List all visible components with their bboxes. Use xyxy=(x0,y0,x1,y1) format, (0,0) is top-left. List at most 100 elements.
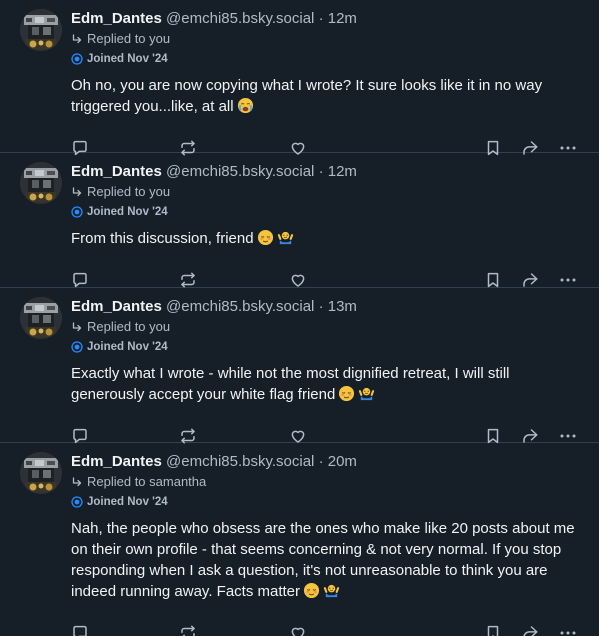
like-button[interactable] xyxy=(289,427,307,445)
new-account-badge-icon xyxy=(71,496,83,508)
waving-hands-emoji xyxy=(358,385,375,408)
reply-button[interactable] xyxy=(71,624,89,636)
post-content: Edm_Dantes @emchi85.bsky.social · 12m Re… xyxy=(71,9,583,156)
relieved-face-emoji xyxy=(303,582,320,605)
new-account-badge-icon xyxy=(71,206,83,218)
reply-context-label: Replied to you xyxy=(87,184,171,199)
separator: · xyxy=(318,163,324,180)
post-text-body: From this discussion, friend xyxy=(71,230,254,247)
author-name[interactable]: Edm_Dantes xyxy=(71,10,162,27)
new-account-badge-icon xyxy=(71,53,83,65)
author-handle[interactable]: @emchi85.bsky.social xyxy=(166,453,314,470)
speech-bubble-icon xyxy=(71,624,89,636)
author-name[interactable]: Edm_Dantes xyxy=(71,163,162,180)
share-arrow-icon xyxy=(521,427,539,445)
ellipsis-icon xyxy=(559,427,577,445)
more-options-button[interactable] xyxy=(559,624,577,636)
relieved-face-emoji xyxy=(257,229,274,252)
post-text: Nah, the people who obsess are the ones … xyxy=(71,518,583,605)
post-header: Edm_Dantes @emchi85.bsky.social · 13m xyxy=(71,297,583,316)
reply-arrow-icon xyxy=(71,186,83,198)
post-text-body: Oh no, you are now copying what I wrote?… xyxy=(71,77,543,115)
repost-button[interactable] xyxy=(179,139,197,157)
share-button[interactable] xyxy=(521,139,539,157)
reply-arrow-icon xyxy=(71,476,83,488)
share-button[interactable] xyxy=(521,427,539,445)
avatar[interactable] xyxy=(20,9,62,51)
bookmark-button[interactable] xyxy=(484,139,502,157)
reply-context-label: Replied to you xyxy=(87,319,171,334)
post-item[interactable]: Edm_Dantes @emchi85.bsky.social · 13m Re… xyxy=(0,288,599,445)
bookmark-button[interactable] xyxy=(484,427,502,445)
post-header: Edm_Dantes @emchi85.bsky.social · 12m xyxy=(71,162,583,181)
post-time[interactable]: 13m xyxy=(328,298,357,315)
speech-bubble-icon xyxy=(71,271,89,289)
reply-context: Replied to you xyxy=(71,318,583,335)
joined-badge: Joined Nov '24 xyxy=(71,52,583,66)
crying-face-emoji xyxy=(237,97,254,120)
post-content: Edm_Dantes @emchi85.bsky.social · 20m Re… xyxy=(71,452,583,636)
more-options-button[interactable] xyxy=(559,139,577,157)
avatar[interactable] xyxy=(20,162,62,204)
author-name[interactable]: Edm_Dantes xyxy=(71,453,162,470)
post-text: Exactly what I wrote - while not the mos… xyxy=(71,363,583,408)
reply-button[interactable] xyxy=(71,427,89,445)
post-item[interactable]: Edm_Dantes @emchi85.bsky.social · 12m Re… xyxy=(0,153,599,288)
separator: · xyxy=(318,298,324,315)
post-actions xyxy=(71,613,583,636)
post-time[interactable]: 20m xyxy=(328,453,357,470)
joined-badge: Joined Nov '24 xyxy=(71,340,583,354)
author-handle[interactable]: @emchi85.bsky.social xyxy=(166,298,314,315)
like-button[interactable] xyxy=(289,624,307,636)
post-time[interactable]: 12m xyxy=(328,10,357,27)
share-button[interactable] xyxy=(521,271,539,289)
author-name[interactable]: Edm_Dantes xyxy=(71,298,162,315)
like-button[interactable] xyxy=(289,139,307,157)
more-options-button[interactable] xyxy=(559,427,577,445)
reply-button[interactable] xyxy=(71,139,89,157)
speech-bubble-icon xyxy=(71,139,89,157)
bookmark-button[interactable] xyxy=(484,624,502,636)
bookmark-icon xyxy=(484,427,502,445)
reply-context: Replied to you xyxy=(71,30,583,47)
reply-context: Replied to you xyxy=(71,183,583,200)
ellipsis-icon xyxy=(559,624,577,636)
reply-arrow-icon xyxy=(71,321,83,333)
reply-button[interactable] xyxy=(71,271,89,289)
reply-context-label: Replied to you xyxy=(87,31,171,46)
reply-context-label[interactable]: Replied to samantha xyxy=(87,473,206,490)
repost-arrows-icon xyxy=(179,624,197,636)
heart-icon xyxy=(289,624,307,636)
more-options-button[interactable] xyxy=(559,271,577,289)
new-account-badge-icon xyxy=(71,341,83,353)
bookmark-icon xyxy=(484,139,502,157)
bookmark-button[interactable] xyxy=(484,271,502,289)
author-handle[interactable]: @emchi85.bsky.social xyxy=(166,10,314,27)
heart-icon xyxy=(289,139,307,157)
repost-button[interactable] xyxy=(179,427,197,445)
avatar[interactable] xyxy=(20,452,62,494)
repost-button[interactable] xyxy=(179,624,197,636)
joined-badge: Joined Nov '24 xyxy=(71,205,583,219)
reply-context: Replied to samantha xyxy=(71,473,583,490)
waving-hands-emoji xyxy=(277,229,294,252)
joined-label: Joined Nov '24 xyxy=(87,53,168,65)
author-handle[interactable]: @emchi85.bsky.social xyxy=(166,163,314,180)
share-button[interactable] xyxy=(521,624,539,636)
like-button[interactable] xyxy=(289,271,307,289)
joined-label: Joined Nov '24 xyxy=(87,206,168,218)
share-arrow-icon xyxy=(521,271,539,289)
repost-arrows-icon xyxy=(179,427,197,445)
joined-label: Joined Nov '24 xyxy=(87,496,168,508)
notification-feed: Edm_Dantes @emchi85.bsky.social · 12m Re… xyxy=(0,0,599,636)
joined-badge: Joined Nov '24 xyxy=(71,495,583,509)
post-item[interactable]: Edm_Dantes @emchi85.bsky.social · 12m Re… xyxy=(0,0,599,156)
avatar[interactable] xyxy=(20,297,62,339)
separator: · xyxy=(318,453,324,470)
repost-arrows-icon xyxy=(179,271,197,289)
post-time[interactable]: 12m xyxy=(328,163,357,180)
post-content: Edm_Dantes @emchi85.bsky.social · 12m Re… xyxy=(71,162,583,289)
relieved-face-emoji xyxy=(338,385,355,408)
repost-button[interactable] xyxy=(179,271,197,289)
post-item[interactable]: Edm_Dantes @emchi85.bsky.social · 20m Re… xyxy=(0,443,599,636)
